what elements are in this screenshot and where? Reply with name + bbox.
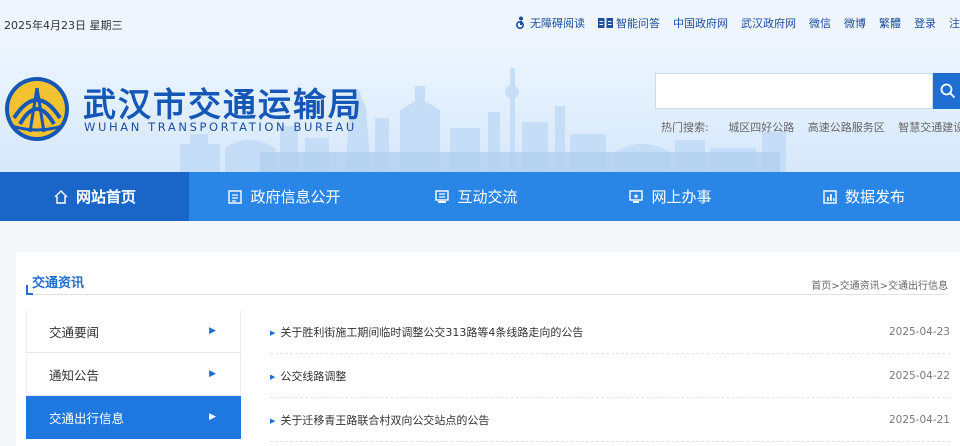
article-title[interactable]: ▶ 关于迁移青王路联合村双向公交站点的公告 bbox=[270, 412, 489, 428]
side-menu-label: 通知公告 bbox=[49, 367, 100, 383]
section-divider bbox=[33, 294, 948, 295]
article-date: 2025-04-23 bbox=[888, 325, 950, 338]
nav-label: 互动交流 bbox=[457, 188, 518, 206]
section-title-marker bbox=[26, 285, 33, 295]
article-title-text: 公交线路调整 bbox=[280, 369, 347, 383]
side-menu-item-travel-info[interactable]: 交通出行信息 ▶ bbox=[26, 396, 241, 439]
site-title-en: WUHAN TRANSPORTATION BUREAU bbox=[84, 120, 357, 134]
hot-search-term[interactable]: 城区四好公路 bbox=[728, 121, 794, 134]
nav-item-gov-info[interactable]: 政府信息公开 bbox=[189, 172, 379, 221]
nav-item-interaction[interactable]: 互动交流 bbox=[379, 172, 573, 221]
home-icon bbox=[54, 189, 68, 204]
side-menu-item-notices[interactable]: 通知公告 ▶ bbox=[26, 353, 241, 396]
triangle-right-icon: ▶ bbox=[209, 412, 216, 422]
bureau-emblem-logo bbox=[5, 77, 69, 141]
search-input[interactable] bbox=[655, 73, 933, 109]
bullet-icon: ▶ bbox=[270, 372, 276, 381]
side-menu-item-news[interactable]: 交通要闻 ▶ bbox=[26, 310, 241, 353]
traditional-chinese-link[interactable]: 繁體 bbox=[879, 15, 901, 31]
side-menu: 交通要闻 ▶ 通知公告 ▶ 交通出行信息 ▶ bbox=[26, 310, 241, 439]
nav-label: 网站首页 bbox=[75, 188, 136, 206]
nav-label: 数据发布 bbox=[844, 188, 905, 206]
document-icon bbox=[228, 189, 243, 204]
gov-cn-link[interactable]: 中国政府网 bbox=[673, 15, 728, 31]
register-link[interactable]: 注 bbox=[949, 15, 960, 31]
triangle-right-icon: ▶ bbox=[209, 326, 216, 336]
article-title[interactable]: ▶ 公交线路调整 bbox=[270, 368, 346, 384]
weibo-link[interactable]: 微博 bbox=[844, 15, 866, 31]
section-title: 交通资讯 bbox=[32, 276, 85, 291]
article-date: 2025-04-22 bbox=[888, 369, 950, 382]
nav-item-data-release[interactable]: 数据发布 bbox=[767, 172, 960, 221]
nav-label: 网上办事 bbox=[651, 188, 712, 206]
main-nav: 网站首页 政府信息公开 互动交流 ★ 网上办事 数据发布 bbox=[0, 172, 960, 221]
header-banner: 武汉市交通运输局 WUHAN TRANSPORTATION BUREAU 热门搜… bbox=[0, 48, 960, 172]
list-item[interactable]: ▶ 公交线路调整 2025-04-22 bbox=[270, 354, 950, 398]
list-item[interactable]: ▶ 关于迁移青王路联合村双向公交站点的公告 2025-04-21 bbox=[270, 398, 950, 442]
accessibility-label: 无障碍阅读 bbox=[530, 17, 585, 30]
qa-label: 智能问答 bbox=[616, 17, 660, 30]
article-title[interactable]: ▶ 关于胜利街施工期间临时调整公交313路等4条线路走向的公告 bbox=[270, 324, 583, 340]
qa-link[interactable]: 智能问答 bbox=[598, 15, 660, 31]
search-button[interactable] bbox=[933, 73, 960, 109]
hot-search-term[interactable]: 智慧交通建设 bbox=[898, 121, 960, 134]
current-date: 2025年4月23日 星期三 bbox=[4, 19, 123, 32]
svg-text:★: ★ bbox=[633, 192, 639, 200]
side-menu-label: 交通要闻 bbox=[49, 324, 100, 340]
main-content: 交通资讯 首页>交通资讯>交通出行信息 交通要闻 ▶ 通知公告 ▶ 交通出行信息… bbox=[16, 252, 960, 446]
side-menu-label: 交通出行信息 bbox=[49, 410, 125, 426]
top-bar: 2025年4月23日 星期三 无障碍阅读 智能问答 中国政府网 武汉政府网 微信… bbox=[0, 0, 960, 48]
bullet-icon: ▶ bbox=[270, 416, 276, 425]
service-icon: ★ bbox=[629, 189, 644, 203]
login-link[interactable]: 登录 bbox=[914, 15, 936, 31]
article-list: ▶ 关于胜利街施工期间临时调整公交313路等4条线路走向的公告 2025-04-2… bbox=[270, 310, 950, 442]
nav-item-online-service[interactable]: ★ 网上办事 bbox=[573, 172, 767, 221]
hot-search-term[interactable]: 高速公路服务区 bbox=[808, 121, 885, 134]
nav-label: 政府信息公开 bbox=[250, 188, 341, 206]
top-links: 无障碍阅读 智能问答 中国政府网 武汉政府网 微信 微博 繁體 登录 注 bbox=[514, 15, 960, 31]
qa-icon bbox=[598, 18, 613, 28]
breadcrumb[interactable]: 首页>交通资讯>交通出行信息 bbox=[811, 277, 948, 292]
article-title-text: 关于迁移青王路联合村双向公交站点的公告 bbox=[280, 413, 490, 427]
triangle-right-icon: ▶ bbox=[209, 369, 216, 379]
data-icon bbox=[823, 189, 837, 204]
wechat-link[interactable]: 微信 bbox=[809, 15, 831, 31]
search-icon bbox=[940, 83, 956, 99]
bullet-icon: ▶ bbox=[270, 328, 276, 337]
article-title-text: 关于胜利街施工期间临时调整公交313路等4条线路走向的公告 bbox=[280, 325, 584, 339]
accessibility-link[interactable]: 无障碍阅读 bbox=[514, 15, 585, 31]
list-item[interactable]: ▶ 关于胜利街施工期间临时调整公交313路等4条线路走向的公告 2025-04-2… bbox=[270, 310, 950, 354]
interaction-icon bbox=[435, 189, 450, 203]
gov-wuhan-link[interactable]: 武汉政府网 bbox=[741, 15, 796, 31]
accessibility-icon bbox=[516, 16, 524, 29]
site-title-cn: 武汉市交通运输局 bbox=[83, 85, 363, 124]
hot-search: 热门搜索: 城区四好公路 高速公路服务区 智慧交通建设 bbox=[661, 119, 960, 135]
hot-search-label: 热门搜索: bbox=[661, 121, 709, 134]
nav-item-home[interactable]: 网站首页 bbox=[0, 172, 189, 221]
article-date: 2025-04-21 bbox=[888, 413, 950, 426]
